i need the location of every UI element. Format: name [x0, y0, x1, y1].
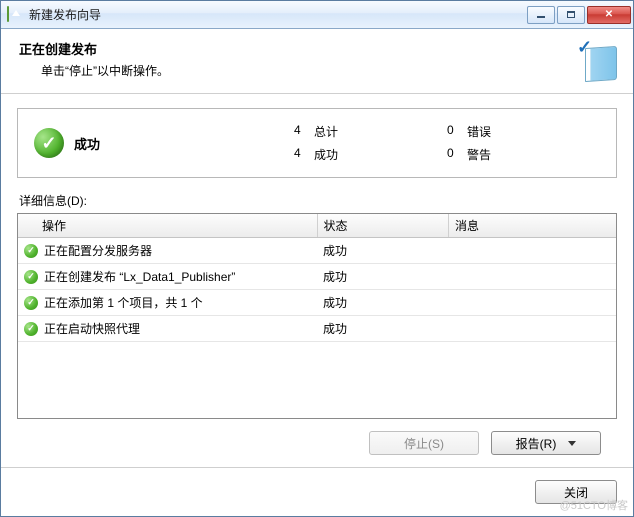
success-icon: ✓	[24, 270, 38, 284]
op-text: 正在创建发布 “Lx_Data1_Publisher”	[44, 268, 235, 285]
page-title: 正在创建发布	[19, 39, 567, 58]
summary-status: 成功	[74, 134, 124, 153]
window-title: 新建发布向导	[29, 6, 525, 23]
action-buttons: 停止(S) 报告(R)	[17, 419, 617, 467]
wizard-window: 新建发布向导 ✕ 正在创建发布 单击“停止”以中断操作。 ✓ ✓ 成功 4总计 …	[0, 0, 634, 517]
table-row[interactable]: ✓ 正在配置分发服务器 成功	[18, 238, 616, 264]
close-button[interactable]: 关闭	[535, 480, 617, 504]
titlebar: 新建发布向导 ✕	[1, 1, 633, 29]
window-buttons: ✕	[525, 6, 631, 24]
message-cell	[449, 316, 616, 342]
details-label: 详细信息(D):	[19, 192, 617, 209]
details-grid[interactable]: 操作 状态 消息 ✓正在配置分发服务器成功✓正在创建发布 “Lx_Data1_P…	[17, 213, 617, 419]
wizard-header: 正在创建发布 单击“停止”以中断操作。 ✓	[1, 29, 633, 94]
message-cell	[449, 290, 616, 316]
stat-error: 0错误	[447, 123, 600, 140]
status-cell: 成功	[317, 264, 449, 290]
table-row[interactable]: ✓ 正在启动快照代理 成功	[18, 316, 616, 342]
op-text: 正在配置分发服务器	[44, 242, 152, 259]
status-cell: 成功	[317, 290, 449, 316]
table-row[interactable]: ✓ 正在添加第 1 个项目，共 1 个 成功	[18, 290, 616, 316]
message-cell	[449, 264, 616, 290]
op-text: 正在启动快照代理	[44, 320, 140, 337]
content-area: ✓ 成功 4总计 0错误 4成功 0警告 详细信息(D): 操作 状态 消息	[1, 94, 633, 467]
status-cell: 成功	[317, 238, 449, 264]
book-icon	[585, 46, 617, 82]
minimize-button[interactable]	[527, 6, 555, 24]
stat-warning: 0警告	[447, 146, 600, 163]
success-icon: ✓	[24, 244, 38, 258]
details-table: 操作 状态 消息 ✓正在配置分发服务器成功✓正在创建发布 “Lx_Data1_P…	[18, 214, 616, 342]
report-button[interactable]: 报告(R)	[491, 431, 601, 455]
op-text: 正在添加第 1 个项目，共 1 个	[44, 294, 203, 311]
chevron-down-icon	[568, 441, 576, 446]
stop-button: 停止(S)	[369, 431, 479, 455]
col-status[interactable]: 状态	[317, 214, 449, 238]
status-cell: 成功	[317, 316, 449, 342]
col-operation[interactable]: 操作	[18, 214, 317, 238]
success-icon: ✓	[34, 128, 64, 158]
summary-stats: 4总计 0错误 4成功 0警告	[154, 123, 600, 163]
table-row[interactable]: ✓ 正在创建发布 “Lx_Data1_Publisher” 成功	[18, 264, 616, 290]
minimize-icon	[537, 16, 545, 18]
success-icon: ✓	[24, 322, 38, 336]
window-close-button[interactable]: ✕	[587, 6, 631, 24]
page-subtitle: 单击“停止”以中断操作。	[41, 62, 567, 79]
app-icon	[7, 7, 23, 23]
footer-buttons: 关闭	[1, 467, 633, 516]
stat-total: 4总计	[294, 123, 447, 140]
summary-box: ✓ 成功 4总计 0错误 4成功 0警告	[17, 108, 617, 178]
maximize-button[interactable]	[557, 6, 585, 24]
maximize-icon	[567, 11, 575, 18]
close-icon: ✕	[605, 9, 613, 20]
wizard-header-icon: ✓	[575, 39, 617, 81]
success-icon: ✓	[24, 296, 38, 310]
col-message[interactable]: 消息	[449, 214, 616, 238]
stat-success: 4成功	[294, 146, 447, 163]
message-cell	[449, 238, 616, 264]
